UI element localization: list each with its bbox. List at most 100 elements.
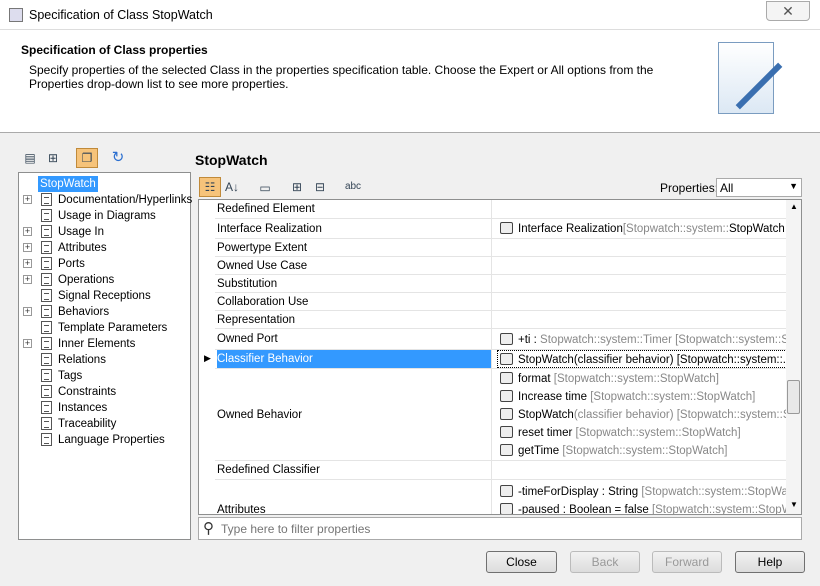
refresh-icon[interactable]: ↻	[109, 149, 127, 167]
table-row[interactable]: Representation	[215, 311, 786, 329]
document-icon	[41, 385, 52, 398]
document-icon	[41, 305, 52, 318]
document-icon	[41, 353, 52, 366]
property-value[interactable]: format [Stopwatch::system::StopWatch] Inc…	[497, 369, 787, 460]
table-row[interactable]: Interface Realization Interface Realizati…	[215, 219, 787, 239]
close-button[interactable]: Close	[486, 551, 557, 573]
value-item[interactable]: StopWatch(classifier behavior) [Stopwatc…	[500, 351, 787, 369]
property-value[interactable]: +ti : Stopwatch::system::Timer [Stopwatc…	[497, 329, 787, 349]
property-value[interactable]	[497, 257, 787, 274]
document-icon	[41, 289, 52, 302]
scroll-down-icon[interactable]: ▼	[790, 500, 798, 509]
vertical-scrollbar[interactable]: ▲ ▼	[786, 200, 801, 514]
value-item[interactable]: -timeForDisplay : String [Stopwatch::sys…	[500, 483, 787, 501]
property-name-text: Powertype Extent	[217, 241, 308, 254]
value-owner: Stopwatch::system::Timer [Stopwatch::sys…	[536, 333, 787, 346]
abc-options-icon[interactable]: abc	[344, 178, 362, 196]
filter-field[interactable]: ⚲	[198, 517, 802, 540]
property-name-text: Owned Port	[217, 333, 278, 345]
value-item[interactable]: +ti : Stopwatch::system::Timer [Stopwatc…	[500, 331, 787, 349]
table-row[interactable]: Attributes -timeForDisplay : String [Stop…	[215, 480, 787, 515]
filter-input[interactable]	[221, 520, 791, 537]
expand-icon[interactable]: +	[23, 259, 32, 268]
element-icon	[500, 372, 513, 384]
property-name-text: Redefined Element	[217, 203, 315, 215]
value-main: reset timer	[518, 427, 573, 439]
value-item[interactable]: format [Stopwatch::system::StopWatch]	[500, 370, 787, 388]
document-icon	[41, 369, 52, 382]
close-icon[interactable]: ✕	[766, 1, 810, 21]
property-value[interactable]: -timeForDisplay : String [Stopwatch::sys…	[497, 480, 787, 515]
properties-dropdown[interactable]: All ▼	[716, 178, 802, 197]
table-row[interactable]: Owned Use Case	[215, 257, 786, 275]
tree-item-label: Constraints	[58, 386, 117, 398]
element-icon	[500, 426, 513, 438]
expand-all-icon[interactable]: ⊞	[288, 178, 306, 196]
table-row[interactable]: Redefined Element	[215, 200, 786, 219]
property-value[interactable]: Interface Realization[Stopwatch::system:…	[497, 219, 787, 238]
value-owner: [Stopwatch::system::StopWa	[648, 504, 787, 515]
table-row[interactable]: Owned Port +ti : Stopwatch::system::Timer…	[215, 329, 787, 350]
sort-alphabetical-icon[interactable]: A↓	[223, 178, 241, 196]
property-value[interactable]: StopWatch(classifier behavior) [Stopwatc…	[497, 350, 787, 368]
property-name: Owned Behavior	[217, 369, 492, 460]
table-row[interactable]: Redefined Classifier	[215, 461, 786, 480]
table-view-icon[interactable]: ▤	[21, 149, 39, 167]
help-button[interactable]: Help	[735, 551, 805, 573]
tree-item-label: Relations	[58, 354, 106, 366]
categorized-icon[interactable]: ☷	[199, 177, 221, 197]
collapse-all-icon[interactable]: ⊟	[311, 178, 329, 196]
element-icon	[500, 332, 513, 345]
table-row[interactable]: Classifier Behavior StopWatch(classifier …	[204, 350, 787, 369]
expand-icon[interactable]: +	[23, 227, 32, 236]
property-value[interactable]	[497, 293, 787, 310]
back-button[interactable]: Back	[570, 551, 640, 573]
value-item[interactable]: getTime [Stopwatch::system::StopWatch]	[500, 442, 787, 460]
expand-icon[interactable]: +	[23, 243, 32, 252]
header-description: Specify properties of the selected Class…	[29, 63, 654, 91]
document-icon	[41, 241, 52, 254]
property-name: Representation	[217, 311, 492, 328]
table-row[interactable]: Substitution	[215, 275, 786, 293]
document-pencil-icon	[718, 42, 783, 114]
value-main: Interface Realization	[518, 223, 623, 235]
scroll-thumb[interactable]	[787, 380, 800, 414]
tree-item-label: Template Parameters	[58, 322, 168, 334]
property-name: Substitution	[217, 275, 492, 292]
value-item[interactable]: Interface Realization[Stopwatch::system:…	[500, 220, 787, 238]
tree-item-label: Documentation/Hyperlinks	[58, 194, 193, 206]
copy-icon[interactable]: ❐	[76, 148, 98, 168]
expand-icon[interactable]: +	[23, 275, 32, 284]
value-item[interactable]: -paused : Boolean = false [Stopwatch::sy…	[500, 501, 787, 515]
description-icon[interactable]: ▭	[256, 179, 274, 197]
value-item[interactable]: Increase time [Stopwatch::system::StopWa…	[500, 388, 787, 406]
element-icon	[500, 444, 513, 456]
expand-icon[interactable]: +	[23, 195, 32, 204]
property-value[interactable]	[497, 239, 787, 256]
property-value[interactable]	[497, 311, 787, 328]
tree-view-icon[interactable]: ⊞	[44, 149, 62, 167]
value-item[interactable]: reset timer [Stopwatch::system::StopWatc…	[500, 424, 787, 442]
element-icon	[500, 503, 513, 514]
scroll-up-icon[interactable]: ▲	[790, 202, 798, 211]
header-title: Specification of Class properties	[21, 43, 208, 57]
document-icon	[41, 321, 52, 334]
property-value[interactable]	[497, 275, 787, 292]
category-tree[interactable]: StopWatch + Documentation/Hyperlinks Usage …	[18, 172, 193, 540]
expand-icon[interactable]: +	[23, 307, 32, 316]
tree-item-label: Behaviors	[58, 306, 110, 318]
search-icon: ⚲	[203, 520, 214, 537]
tree-item-label: Signal Receptions	[58, 290, 151, 302]
property-value[interactable]	[497, 461, 787, 479]
expand-icon[interactable]: +	[23, 339, 32, 348]
table-row[interactable]: Powertype Extent	[215, 239, 786, 257]
element-icon	[500, 408, 513, 420]
element-icon	[500, 390, 513, 402]
value-owner: (classifier behavior) [Stopwatch::system…	[573, 409, 787, 421]
table-row[interactable]: Collaboration Use	[215, 293, 786, 311]
property-name: Redefined Classifier	[217, 461, 492, 479]
value-item[interactable]: StopWatch(classifier behavior) [Stopwatc…	[500, 406, 787, 424]
table-row[interactable]: Owned Behavior format [Stopwatch::system:…	[215, 369, 787, 461]
forward-button[interactable]: Forward	[652, 551, 722, 573]
property-value[interactable]	[497, 200, 787, 218]
